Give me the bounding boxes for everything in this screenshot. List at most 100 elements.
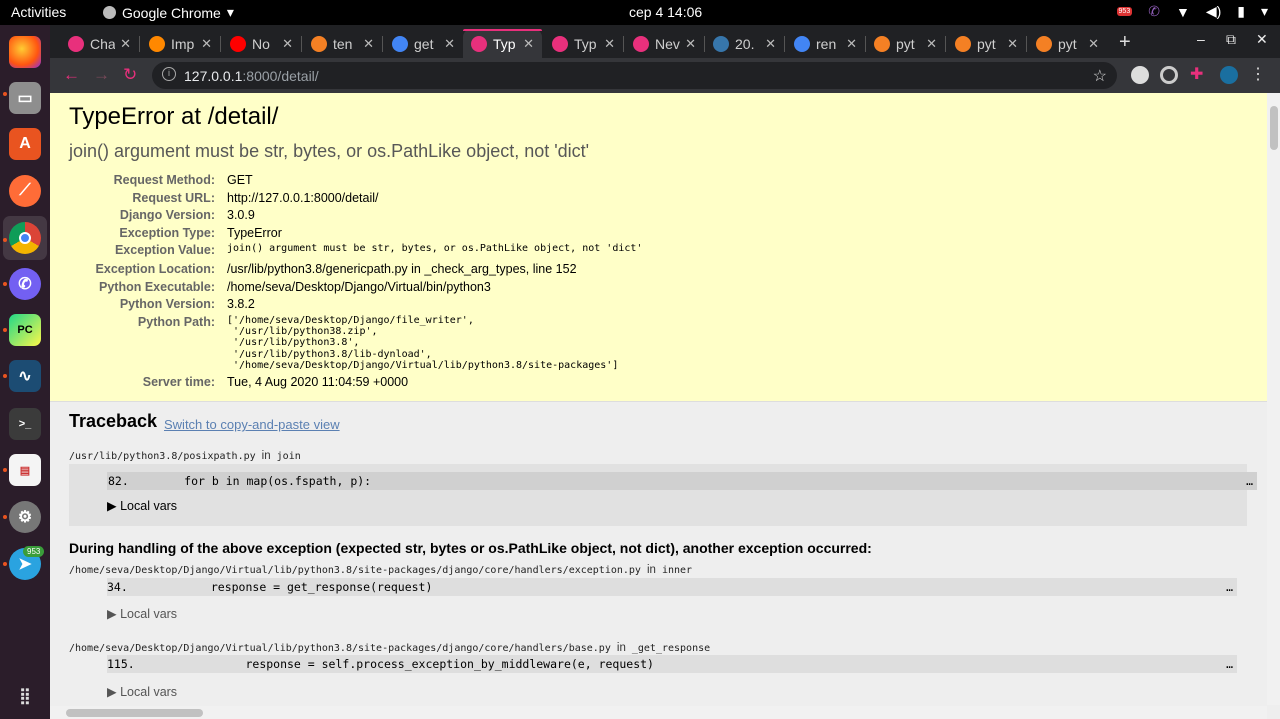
browser-tab[interactable]: Imp ✕ bbox=[141, 29, 220, 58]
close-tab-icon[interactable]: ✕ bbox=[765, 36, 776, 52]
meta-key: Python Version: bbox=[119, 297, 215, 311]
close-tab-icon[interactable]: ✕ bbox=[685, 36, 696, 52]
tab-title: ten bbox=[333, 35, 353, 52]
volume-icon[interactable]: ◀) bbox=[1206, 3, 1221, 20]
tab-title: Cha bbox=[90, 35, 115, 52]
extension-ring-icon[interactable] bbox=[1160, 66, 1178, 84]
browser-tab[interactable]: ren ✕ bbox=[786, 29, 865, 58]
tab-favicon-icon bbox=[1036, 35, 1052, 52]
meta-key: Python Executable: bbox=[99, 280, 215, 294]
software-icon[interactable]: A bbox=[9, 128, 41, 160]
frame-file: /home/seva/Desktop/Django/Virtual/lib/py… bbox=[69, 643, 611, 654]
tab-favicon-icon bbox=[230, 35, 246, 52]
system-tray[interactable]: 953 ✆ ▼ ◀) ▮ ▾ bbox=[1116, 3, 1268, 20]
browser-tab[interactable]: 20. ✕ bbox=[705, 29, 784, 58]
extensions-puzzle-icon[interactable]: ✚ bbox=[1190, 64, 1208, 83]
browser-tab[interactable]: Cha ✕ bbox=[60, 29, 139, 58]
browser-tab[interactable]: Typ ✕ bbox=[544, 29, 623, 58]
activities-button[interactable]: Activities bbox=[11, 4, 66, 20]
new-tab-button[interactable]: + bbox=[1119, 31, 1131, 54]
running-indicator bbox=[3, 515, 7, 519]
bookmark-star-icon[interactable]: ☆ bbox=[1093, 66, 1107, 86]
frame-function: inner bbox=[661, 565, 693, 576]
close-tab-icon[interactable]: ✕ bbox=[282, 36, 293, 52]
profile-avatar[interactable] bbox=[1220, 66, 1238, 84]
wifi-icon[interactable]: ▼ bbox=[1176, 4, 1190, 20]
site-info-icon[interactable]: i bbox=[162, 67, 176, 81]
battery-icon[interactable]: ▮ bbox=[1237, 3, 1245, 20]
url-host: 127.0.0.1 bbox=[184, 68, 243, 84]
meta-key: Python Path: bbox=[137, 315, 215, 329]
maximize-icon[interactable]: ⧉ bbox=[1226, 31, 1236, 48]
indicator-icon[interactable]: 953 bbox=[1116, 7, 1133, 16]
local-vars-toggle[interactable]: ▶ Local vars bbox=[107, 684, 177, 699]
context-line[interactable]: 115. response = self.process_exception_b… bbox=[107, 655, 1237, 673]
close-tab-icon[interactable]: ✕ bbox=[444, 36, 455, 52]
pycharm-icon[interactable]: PC bbox=[9, 314, 41, 346]
close-tab-icon[interactable]: ✕ bbox=[201, 36, 212, 52]
horizontal-scrollbar[interactable] bbox=[50, 706, 1267, 719]
clock[interactable]: сер 4 14:06 bbox=[629, 4, 702, 20]
browser-tab[interactable]: pyt ✕ bbox=[1028, 29, 1107, 58]
meta-key: Exception Value: bbox=[114, 243, 215, 257]
tab-title: Typ bbox=[574, 35, 597, 52]
close-tab-icon[interactable]: ✕ bbox=[926, 36, 937, 52]
document-viewer-icon[interactable]: ▤ bbox=[9, 454, 41, 486]
browser-tab[interactable]: pyt ✕ bbox=[866, 29, 945, 58]
gnome-top-bar: Activities Google Chrome ▾ сер 4 14:06 9… bbox=[0, 0, 1280, 25]
vertical-scrollbar[interactable] bbox=[1267, 93, 1280, 705]
close-window-icon[interactable]: ✕ bbox=[1256, 31, 1268, 48]
scrollbar-thumb[interactable] bbox=[66, 709, 203, 717]
firefox-icon[interactable] bbox=[9, 36, 41, 68]
meta-key: Server time: bbox=[142, 375, 215, 389]
context-line[interactable]: 82. for b in map(os.fspath, p): … bbox=[107, 472, 1257, 490]
reload-button[interactable]: ↻ bbox=[123, 65, 137, 85]
meta-value: 3.8.2 bbox=[227, 297, 255, 311]
close-tab-icon[interactable]: ✕ bbox=[523, 36, 534, 52]
settings-icon[interactable]: ⚙ bbox=[9, 501, 41, 533]
browser-tab[interactable]: No ✕ bbox=[222, 29, 301, 58]
scrollbar-thumb[interactable] bbox=[1270, 106, 1278, 150]
browser-tab[interactable]: Nev ✕ bbox=[625, 29, 704, 58]
minimize-icon[interactable]: – bbox=[1197, 31, 1205, 47]
terminal-icon[interactable]: >_ bbox=[9, 408, 41, 440]
close-tab-icon[interactable]: ✕ bbox=[846, 36, 857, 52]
browser-tab[interactable]: get ✕ bbox=[384, 29, 463, 58]
context-line[interactable]: 34. response = get_response(request)… bbox=[107, 578, 1237, 596]
viber-icon[interactable]: ✆ bbox=[9, 268, 41, 300]
app-menu[interactable]: Google Chrome ▾ bbox=[103, 4, 234, 21]
postman-icon[interactable]: ⟋ bbox=[9, 175, 41, 207]
back-button[interactable]: ← bbox=[63, 65, 80, 85]
close-tab-icon[interactable]: ✕ bbox=[1007, 36, 1018, 52]
address-url[interactable]: 127.0.0.1:8000/detail/ bbox=[184, 68, 319, 84]
meta-key: Exception Type: bbox=[119, 226, 215, 240]
close-tab-icon[interactable]: ✕ bbox=[604, 36, 615, 52]
expand-context-button[interactable]: … bbox=[1226, 655, 1233, 673]
expand-context-button[interactable]: … bbox=[1226, 578, 1233, 596]
browser-toolbar: ← → ↻ i 127.0.0.1:8000/detail/ ☆ ✚ ⋮ bbox=[50, 58, 1280, 93]
power-menu-icon[interactable]: ▾ bbox=[1261, 3, 1268, 20]
app-grid-icon[interactable]: ⣿ bbox=[9, 680, 41, 712]
close-tab-icon[interactable]: ✕ bbox=[1088, 36, 1099, 52]
files-icon[interactable]: ▭ bbox=[9, 82, 41, 114]
tab-title: pyt bbox=[977, 35, 996, 52]
chrome-menu-icon[interactable]: ⋮ bbox=[1250, 64, 1268, 83]
code-line: 82. for b in map(os.fspath, p): bbox=[108, 474, 372, 488]
switch-view-link[interactable]: Switch to copy-and-paste view bbox=[164, 417, 340, 432]
close-tab-icon[interactable]: ✕ bbox=[120, 36, 131, 52]
tab-favicon-icon bbox=[794, 35, 810, 52]
browser-tab[interactable]: Typ ✕ bbox=[463, 29, 542, 58]
close-tab-icon[interactable]: ✕ bbox=[363, 36, 374, 52]
browser-tab[interactable]: pyt ✕ bbox=[947, 29, 1026, 58]
viber-tray-icon[interactable]: ✆ bbox=[1148, 3, 1160, 20]
meta-value: GET bbox=[227, 173, 253, 187]
local-vars-toggle[interactable]: ▶ Local vars bbox=[107, 606, 177, 621]
expand-context-button[interactable]: … bbox=[1246, 472, 1253, 490]
address-bar[interactable]: i 127.0.0.1:8000/detail/ ☆ bbox=[152, 62, 1117, 89]
mysql-workbench-icon[interactable]: ∿ bbox=[9, 360, 41, 392]
chrome-icon[interactable] bbox=[9, 222, 41, 254]
browser-tab[interactable]: ten ✕ bbox=[303, 29, 382, 58]
forward-button[interactable]: → bbox=[93, 65, 110, 85]
local-vars-toggle[interactable]: ▶ Local vars bbox=[107, 498, 177, 513]
extension-icon[interactable] bbox=[1131, 66, 1149, 84]
